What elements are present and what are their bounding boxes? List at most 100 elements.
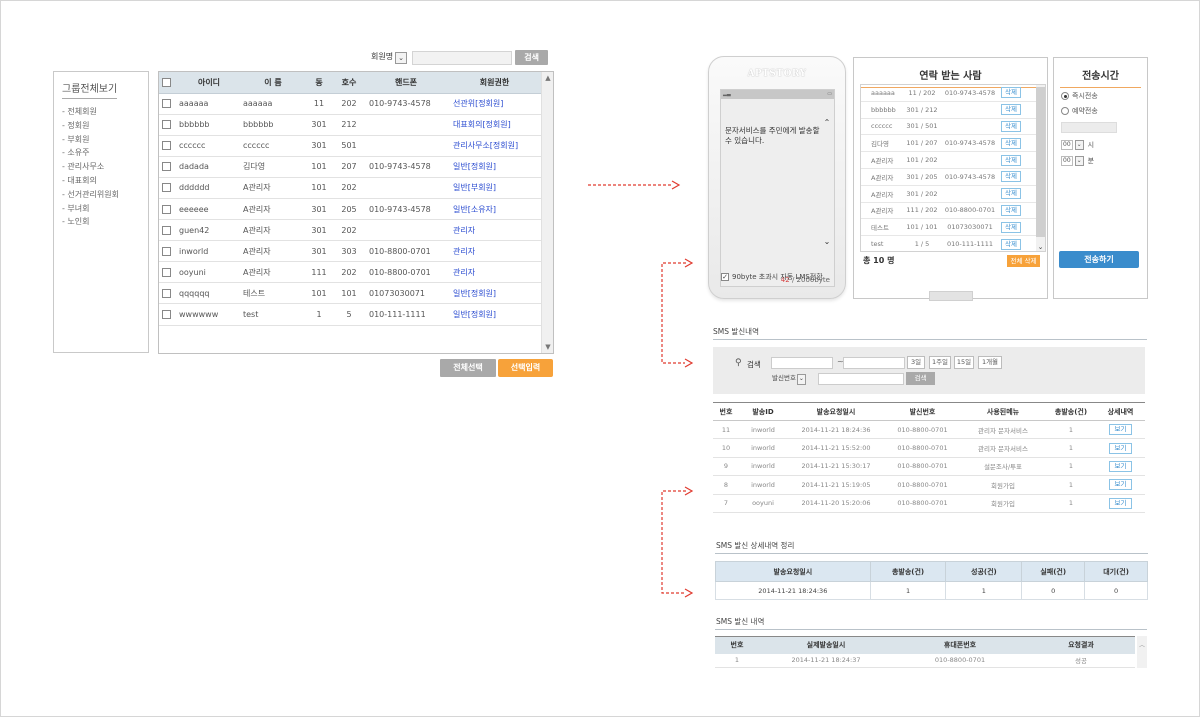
- chevron-up-icon[interactable]: ▲: [542, 74, 553, 82]
- recipient-delete-button[interactable]: 삭제: [1001, 154, 1021, 166]
- group-item-regular[interactable]: - 정회원: [62, 119, 140, 133]
- chevron-down-icon[interactable]: ⌄: [1036, 243, 1045, 251]
- recipient-list-scrollbar[interactable]: ⌄: [1036, 85, 1045, 251]
- table-row[interactable]: inworld A관리자 301 303 010-8800-0701 관리자: [159, 240, 542, 263]
- hour-select[interactable]: 00 ⌄ 시: [1061, 140, 1094, 150]
- row-checkbox[interactable]: [162, 141, 171, 151]
- period-1week-button[interactable]: 1주일: [929, 356, 951, 369]
- recipient-delete-button[interactable]: 삭제: [1001, 221, 1021, 233]
- recipient-delete-button[interactable]: 삭제: [1001, 137, 1021, 149]
- chevron-up-icon[interactable]: ︿: [1139, 642, 1145, 649]
- sms-search-button[interactable]: 검색: [906, 372, 935, 385]
- table-row[interactable]: dadada 김다영 101 207 010-9743-4578 일반[정회원]: [159, 156, 542, 178]
- select-all-checkbox[interactable]: [162, 77, 171, 87]
- recipient-delete-button[interactable]: 삭제: [1001, 104, 1021, 116]
- row-checkbox[interactable]: [162, 204, 171, 214]
- chevron-down-icon[interactable]: ⌄: [1074, 140, 1084, 150]
- group-item-election[interactable]: - 선거관리위원회: [62, 188, 140, 202]
- checkbox-cell[interactable]: [159, 93, 177, 115]
- row-checkbox[interactable]: [162, 246, 171, 256]
- row-checkbox[interactable]: [162, 99, 171, 109]
- row-checkbox[interactable]: [162, 288, 171, 298]
- member-search-button[interactable]: 검색: [515, 50, 549, 65]
- group-item-council[interactable]: - 대표회의: [62, 174, 140, 188]
- sms-send-list-scrollbar[interactable]: ︿: [1137, 636, 1147, 668]
- checkbox-cell[interactable]: [159, 261, 177, 284]
- checkbox-cell[interactable]: [159, 114, 177, 136]
- resize-handle[interactable]: [929, 291, 973, 301]
- reserve-date-input[interactable]: [1061, 122, 1117, 133]
- scrollbar-thumb[interactable]: [1036, 87, 1045, 237]
- group-item-owner[interactable]: - 소유주: [62, 146, 140, 160]
- recipient-delete-button[interactable]: 삭제: [1001, 188, 1021, 200]
- member-search-select[interactable]: 회원명: [368, 51, 393, 65]
- table-row[interactable]: cccccc cccccc 301 501 관리사무소[정회원]: [159, 135, 542, 157]
- checkbox-cell[interactable]: [159, 135, 177, 157]
- view-detail-button[interactable]: 보기: [1108, 479, 1133, 491]
- lms-option[interactable]: ✓ 90byte 초과시 자동 LMS전환: [721, 272, 823, 282]
- table-row[interactable]: wwwwww test 1 5 010-111-1111 일반[정회원]: [159, 303, 542, 326]
- group-item-seniors[interactable]: - 노인회: [62, 215, 140, 229]
- chevron-down-icon[interactable]: ⌄: [1074, 156, 1084, 166]
- table-row[interactable]: eeeeee A관리자 301 205 010-9743-4578 일반[소유자]: [159, 198, 542, 221]
- sender-select[interactable]: 발신번호 ⌄: [771, 373, 806, 385]
- chevron-down-icon[interactable]: ⌄: [796, 373, 806, 385]
- member-table-scrollbar[interactable]: ▲ ▼: [541, 72, 553, 353]
- view-detail-button[interactable]: 보기: [1108, 460, 1133, 472]
- end-date-input[interactable]: [843, 357, 905, 369]
- checkbox-cell[interactable]: [159, 156, 177, 178]
- chevron-up-icon[interactable]: ⌃: [823, 118, 831, 127]
- table-row[interactable]: dddddd A관리자 101 202 일반[부회원]: [159, 177, 542, 199]
- group-item-office[interactable]: - 관리사무소: [62, 160, 140, 174]
- checkbox-cell[interactable]: [159, 219, 177, 242]
- table-row[interactable]: guen42 A관리자 301 202 관리자: [159, 219, 542, 242]
- period-3day-button[interactable]: 3일: [907, 356, 925, 369]
- immediate-option[interactable]: 즉시전송: [1061, 91, 1098, 101]
- row-checkbox[interactable]: [162, 225, 171, 235]
- view-detail-button[interactable]: 보기: [1108, 442, 1133, 454]
- chevron-down-icon[interactable]: ⌄: [823, 237, 831, 246]
- period-1month-button[interactable]: 1개월: [978, 356, 1002, 369]
- recipient-delete-button[interactable]: 삭제: [1001, 238, 1021, 250]
- member-search-input[interactable]: [412, 50, 513, 65]
- reserve-radio[interactable]: [1061, 107, 1069, 115]
- checkbox-cell[interactable]: [159, 303, 177, 326]
- minute-select[interactable]: 00 ⌄ 분: [1061, 156, 1094, 166]
- delete-all-button[interactable]: 전체 삭제: [1007, 255, 1040, 267]
- period-15day-button[interactable]: 15일: [954, 356, 974, 369]
- select-all-button[interactable]: 전체선택: [440, 359, 496, 377]
- row-checkbox[interactable]: [162, 183, 171, 193]
- table-row[interactable]: qqqqqq 테스트 101 101 01073030071 일반[정회원]: [159, 282, 542, 305]
- checkbox-cell[interactable]: [159, 177, 177, 199]
- checkbox-cell[interactable]: [159, 240, 177, 263]
- row-checkbox[interactable]: [162, 162, 171, 172]
- row-checkbox[interactable]: [162, 120, 171, 130]
- sender-input[interactable]: [818, 373, 904, 385]
- chevron-down-icon[interactable]: ⌄: [395, 51, 408, 64]
- checkbox-cell[interactable]: [159, 198, 177, 221]
- select-input-button[interactable]: 선택입력: [498, 359, 553, 377]
- table-row[interactable]: bbbbbb bbbbbb 301 212 대표회의[정회원]: [159, 114, 542, 136]
- checkbox-cell[interactable]: [159, 282, 177, 305]
- recipient-delete-button[interactable]: 삭제: [1001, 204, 1021, 216]
- recipient-delete-button[interactable]: 삭제: [1001, 171, 1021, 183]
- recipient-delete-button[interactable]: 삭제: [1001, 120, 1021, 132]
- row-checkbox[interactable]: [162, 309, 171, 319]
- recipient-delete-button[interactable]: 삭제: [1001, 87, 1021, 99]
- chevron-down-icon[interactable]: ▼: [542, 343, 553, 351]
- group-item-women[interactable]: - 부녀회: [62, 202, 140, 216]
- lms-checkbox[interactable]: ✓: [721, 273, 729, 281]
- group-item-associate[interactable]: - 부회원: [62, 133, 140, 147]
- view-detail-button[interactable]: 보기: [1108, 424, 1133, 436]
- group-item-all[interactable]: - 전체회원: [62, 105, 140, 119]
- table-row[interactable]: ooyuni A관리자 111 202 010-8800-0701 관리자: [159, 261, 542, 284]
- row-checkbox[interactable]: [162, 267, 171, 277]
- reserve-option[interactable]: 예약전송: [1061, 106, 1098, 116]
- phone-message-scrollbar[interactable]: ⌃ ⌄: [823, 118, 831, 246]
- start-date-input[interactable]: [771, 357, 833, 369]
- table-row[interactable]: aaaaaa aaaaaa 11 202 010-9743-4578 선관위[정회원]: [159, 93, 542, 115]
- phone-message-area[interactable]: ▂▃ ▭ 문자서비스를 주민에게 발송할 수 있습니다. ⌃ ⌄ 42 / 200…: [720, 89, 835, 287]
- phone-message-text[interactable]: 문자서비스를 주민에게 발송할 수 있습니다.: [725, 126, 821, 146]
- view-detail-button[interactable]: 보기: [1108, 497, 1133, 509]
- send-button[interactable]: 전송하기: [1059, 251, 1139, 268]
